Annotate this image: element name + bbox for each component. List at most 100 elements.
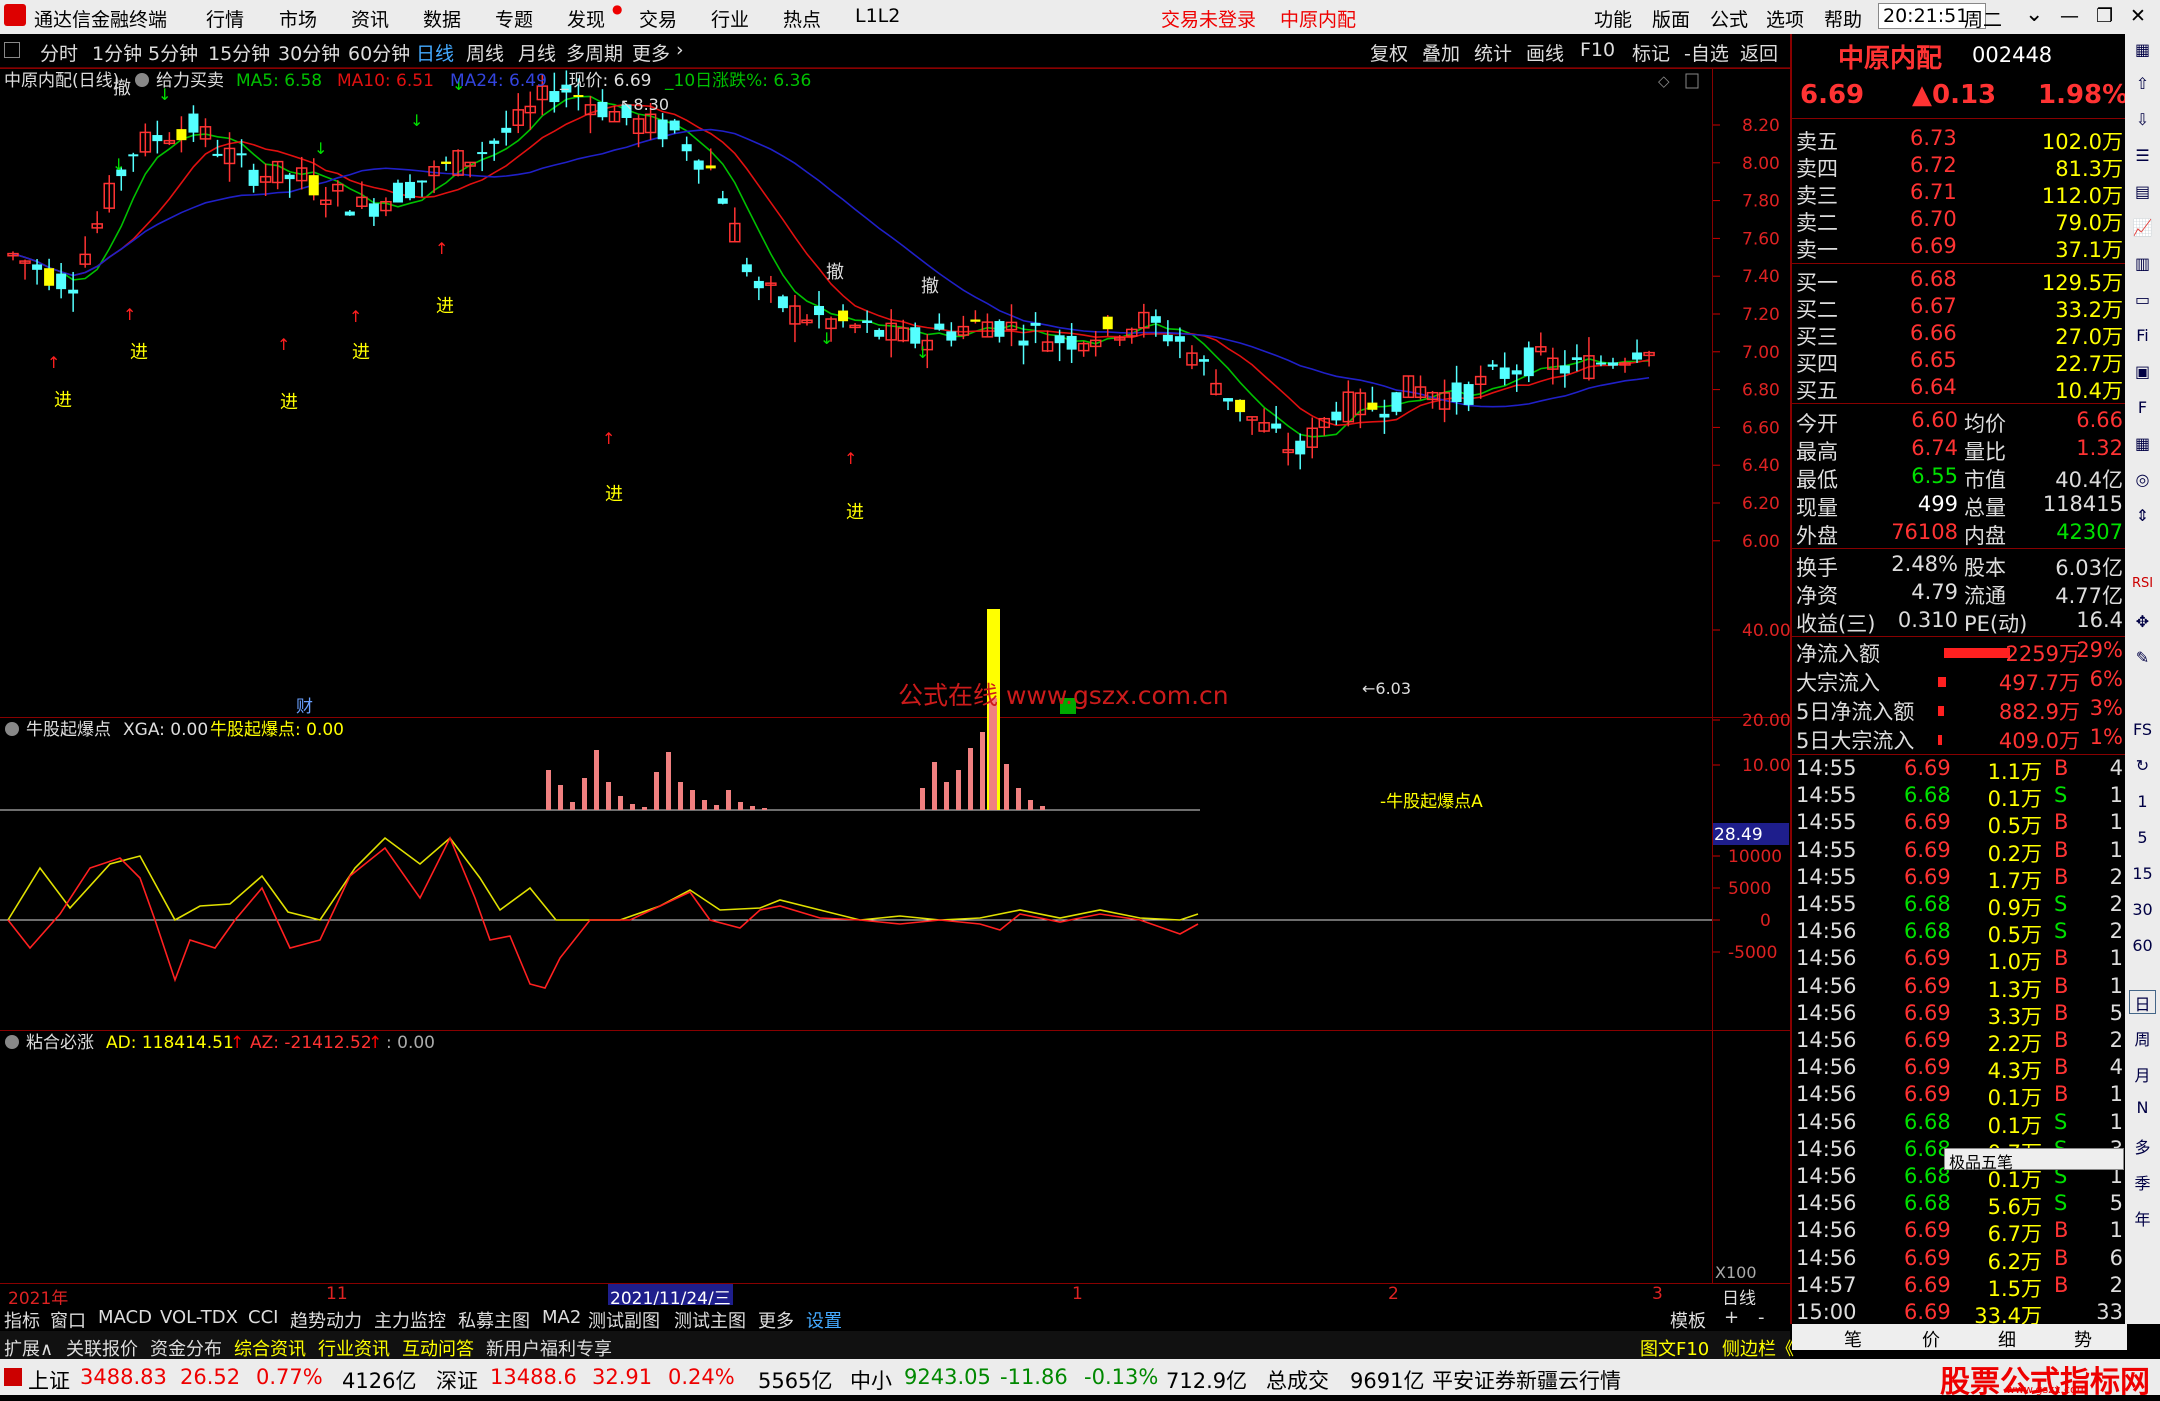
chevron-right-icon[interactable]: ›	[676, 39, 684, 61]
tf-5min[interactable]: 5分钟	[148, 39, 198, 66]
broker-name[interactable]: 平安证券新疆云行情	[1432, 1365, 1621, 1395]
menu-zhuanti[interactable]: 专题	[495, 5, 533, 32]
sub1-title[interactable]: 牛股起爆点	[26, 720, 111, 740]
tab-ma2[interactable]: MA2	[542, 1307, 581, 1328]
tool-fuquan[interactable]: 复权	[1370, 39, 1408, 66]
tab-cci[interactable]: CCI	[248, 1307, 278, 1328]
tool-huaxian[interactable]: 画线	[1526, 39, 1564, 66]
tf-15min[interactable]: 15分钟	[208, 39, 270, 66]
ext-hudong[interactable]: 互动问答	[402, 1335, 474, 1361]
menu-jiaoyi[interactable]: 交易	[639, 5, 677, 32]
close-icon[interactable]: ✕	[2130, 5, 2146, 27]
menu-hangqing[interactable]: 行情	[206, 5, 244, 32]
grid-icon[interactable]: ▦	[2129, 40, 2156, 64]
ext-xinyonghu[interactable]: 新用户福利专享	[486, 1335, 612, 1361]
tab-zhibiao[interactable]: 指标	[4, 1307, 40, 1333]
tab-qushi[interactable]: 趋势动力	[290, 1307, 362, 1333]
vector-icon[interactable]: ✥	[2129, 612, 2156, 636]
order-row-buy[interactable]: 买三 6.66 27.0万	[1792, 321, 2127, 349]
order-row-buy[interactable]: 买二 6.67 33.2万	[1792, 294, 2127, 322]
period-week[interactable]: 周	[2129, 1026, 2156, 1050]
ext-sidebar[interactable]: 侧边栏《	[1722, 1335, 1794, 1361]
news-icon[interactable]: ▣	[2129, 362, 2156, 386]
ext-expand[interactable]: 扩展∧	[4, 1335, 53, 1361]
ext-f10[interactable]: 图文F10	[1640, 1335, 1709, 1361]
expand-icon[interactable]	[4, 42, 20, 58]
tool-f10[interactable]: F10	[1580, 39, 1615, 61]
menu-banmian[interactable]: 版面	[1652, 5, 1690, 32]
tab-settings[interactable]: 设置	[806, 1307, 842, 1333]
ext-zonghe[interactable]: 综合资讯	[234, 1335, 306, 1361]
order-row-sell[interactable]: 卖一 6.69 37.1万	[1792, 234, 2127, 262]
menu-zixun[interactable]: 资讯	[351, 5, 389, 32]
line-chart-icon[interactable]: 📈	[2129, 218, 2156, 242]
tab-bi[interactable]: 笔	[1844, 1326, 1862, 1352]
period-day[interactable]: 日	[2129, 990, 2156, 1014]
menu-l1l2[interactable]: L1L2	[855, 5, 900, 27]
period-year[interactable]: 年	[2129, 1206, 2156, 1230]
ime-popup[interactable]: 极品五笔	[1944, 1148, 2124, 1172]
tab-simu[interactable]: 私募主图	[458, 1307, 530, 1333]
sh-name[interactable]: 上证	[28, 1365, 70, 1395]
refresh-icon[interactable]: ↻	[2129, 756, 2156, 780]
ext-zijin[interactable]: 资金分布	[150, 1335, 222, 1361]
order-row-sell[interactable]: 卖三 6.71 112.0万	[1792, 180, 2127, 208]
ext-guanlian[interactable]: 关联报价	[66, 1335, 138, 1361]
tab-ceshifutu[interactable]: 测试副图	[588, 1307, 660, 1333]
order-row-sell[interactable]: 卖二 6.70 79.0万	[1792, 207, 2127, 235]
order-row-sell[interactable]: 卖四 6.72 81.3万	[1792, 153, 2127, 181]
tf-60min[interactable]: 60分钟	[348, 39, 410, 66]
menu-gongneng[interactable]: 功能	[1594, 5, 1632, 32]
tf-30min[interactable]: 30分钟	[278, 39, 340, 66]
period-5[interactable]: 5	[2129, 828, 2156, 852]
indicator-dropdown-icon[interactable]	[135, 73, 149, 87]
menu-shuju[interactable]: 数据	[423, 5, 461, 32]
tool-fanhui[interactable]: 返回	[1740, 39, 1778, 66]
main-indicator-name[interactable]: 给力买卖	[156, 71, 224, 91]
restore-icon[interactable]: ❐	[2096, 5, 2113, 27]
sub1-dropdown-icon[interactable]	[5, 722, 19, 736]
tool-tongji[interactable]: 统计	[1474, 39, 1512, 66]
zoom-in-button[interactable]: +	[1724, 1307, 1739, 1328]
sz-name[interactable]: 深证	[436, 1365, 478, 1395]
tab-vol-tdx[interactable]: VOL-TDX	[160, 1307, 238, 1328]
tab-macd[interactable]: MACD	[98, 1307, 152, 1328]
period-1[interactable]: 1	[2129, 792, 2156, 816]
period-quarter[interactable]: 季	[2129, 1170, 2156, 1194]
pen-icon[interactable]: ✎	[2129, 648, 2156, 672]
period-n[interactable]: N	[2129, 1098, 2156, 1122]
tf-multi[interactable]: 多周期	[566, 39, 623, 66]
period-15[interactable]: 15	[2129, 864, 2156, 888]
trade-status[interactable]: 交易未登录	[1161, 5, 1256, 32]
menu-xuanxiang[interactable]: 选项	[1766, 5, 1804, 32]
tool-diejia[interactable]: 叠加	[1422, 39, 1460, 66]
tf-more[interactable]: 更多	[632, 39, 670, 66]
bar-chart-icon[interactable]: ▥	[2129, 254, 2156, 278]
tool-zixuan[interactable]: -自选	[1684, 39, 1729, 66]
ext-hangye[interactable]: 行业资讯	[318, 1335, 390, 1361]
menu-faxian[interactable]: 发现	[567, 5, 605, 32]
menu-bangzhu[interactable]: 帮助	[1824, 5, 1862, 32]
period-60[interactable]: 60	[2129, 936, 2156, 960]
menu-shichang[interactable]: 市场	[279, 5, 317, 32]
zx-name[interactable]: 中小	[850, 1365, 892, 1395]
chart-area[interactable]: ↑ 进 ↑ 进 ↑ 进 ↑ 进 ↑ 进 ↑ 进 ↑ 进撤撤撤 ↓ ↓ ↓ ↓ ↓ ↓ ↓ 8.20 8.00 7.80 7.6…	[0, 68, 1791, 1305]
chevron-down-icon[interactable]: ⌄	[2025, 2, 2043, 27]
sub2-title[interactable]: 粘合必涨	[26, 1033, 94, 1053]
tab-more[interactable]: 更多	[758, 1307, 794, 1333]
period-month[interactable]: 月	[2129, 1062, 2156, 1086]
fin-icon[interactable]: Fi	[2129, 326, 2156, 350]
tf-weekly[interactable]: 周线	[466, 39, 504, 66]
minimize-icon[interactable]: —	[2060, 5, 2079, 27]
tab-shi[interactable]: 势	[2074, 1326, 2092, 1352]
diamond-icon[interactable]: ◇	[1658, 72, 1670, 90]
order-row-sell[interactable]: 卖五 6.73 102.0万	[1792, 126, 2127, 154]
tab-ceshizhutu[interactable]: 测试主图	[674, 1307, 746, 1333]
arrow-down-icon[interactable]: ⇩	[2129, 110, 2156, 134]
menu-hangye[interactable]: 行业	[711, 5, 749, 32]
arrow-up-icon[interactable]: ⇧	[2129, 74, 2156, 98]
layout-icon[interactable]: ▦	[2129, 434, 2156, 458]
tab-jia[interactable]: 价	[1922, 1326, 1940, 1352]
period-30[interactable]: 30	[2129, 900, 2156, 924]
event-cai[interactable]: 财	[296, 697, 313, 717]
